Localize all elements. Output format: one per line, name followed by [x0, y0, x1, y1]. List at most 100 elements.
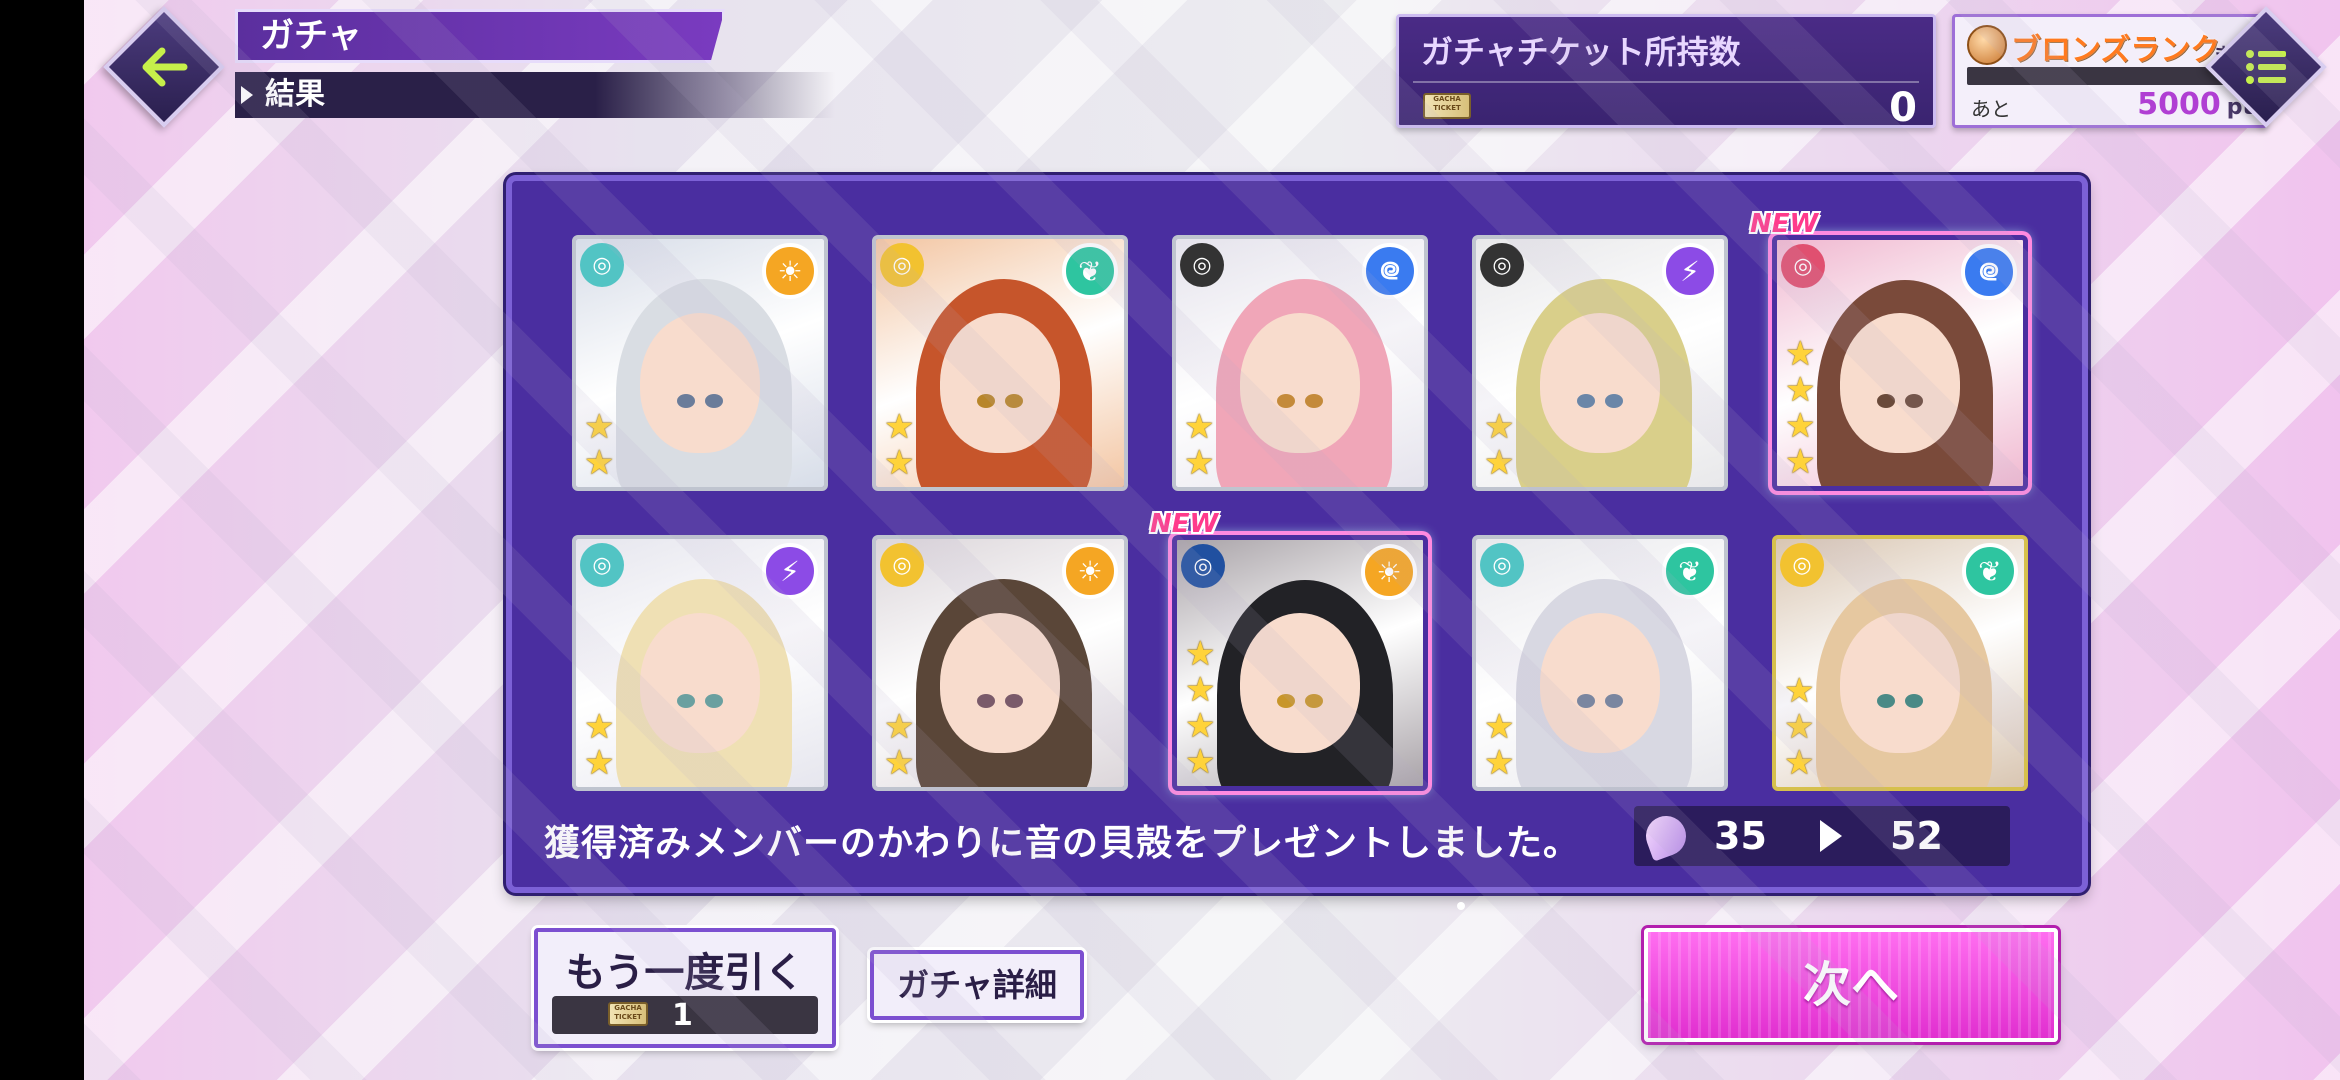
powerful-attribute-icon: ⚡ [762, 543, 818, 599]
shell-count-box: 35 52 [1634, 806, 2010, 866]
character-face [940, 312, 1060, 453]
character-eye [1905, 393, 1924, 408]
screen-letterbox [0, 0, 84, 1080]
powerful-attribute-icon: ⚡ [1662, 243, 1718, 299]
next-button[interactable]: 次へ [1644, 928, 2058, 1042]
page-indicator-dot [1457, 902, 1465, 910]
band-icon: ◎ [580, 243, 624, 287]
star-icon: ★ [584, 743, 615, 783]
draw-again-button[interactable]: もう一度引く GACHA TICKET 1 [534, 928, 836, 1048]
bronze-medal-icon [1967, 25, 2007, 65]
band-icon: ◎ [1480, 543, 1524, 587]
character-eye [1605, 394, 1624, 409]
character-eye [976, 694, 995, 709]
happy-attribute-icon: ☀ [1361, 544, 1417, 600]
rarity-stars: ★ ★ [1184, 409, 1214, 481]
band-icon: ◎ [880, 243, 924, 287]
draw-again-label: もう一度引く [565, 950, 805, 996]
member-card[interactable]: ◎ ᪤ ★ ★ [1172, 235, 1428, 491]
rarity-stars: ★ ★ [584, 409, 614, 481]
character-face [1540, 612, 1660, 753]
shell-reward-row: 獲得済みメンバーのかわりに音の貝殻をプレゼントしました。 35 52 [544, 806, 2044, 866]
pure-attribute-icon: ❦ [1062, 243, 1118, 299]
rarity-stars: ★ ★ ★ [1784, 673, 1814, 781]
rarity-stars: ★ ★ ★ ★ [1785, 336, 1815, 480]
member-card[interactable]: ◎ ❦ ★ ★ [872, 235, 1128, 491]
back-arrow-icon [142, 47, 188, 87]
star-icon: ★ [884, 743, 915, 783]
character-face [640, 312, 760, 453]
rarity-stars: ★ ★ [584, 709, 614, 781]
star-icon: ★ [1184, 443, 1215, 483]
band-icon: ◎ [1780, 543, 1824, 587]
sound-shell-icon [1640, 810, 1692, 862]
character-face [640, 612, 760, 753]
gacha-result-screen: ガチャ 結果 ガチャチケット所持数 GACHA TICKET 0 ブロンズランク… [84, 0, 2340, 1080]
member-card[interactable]: ◎ ❦ ★ ★ [1472, 535, 1728, 791]
play-arrow-icon [1820, 820, 1842, 852]
character-eye [1005, 394, 1024, 409]
member-card[interactable]: ◎ ⚡ ★ ★ [572, 535, 828, 791]
shell-count-before: 35 [1714, 814, 1767, 858]
member-card[interactable]: ◎ ❦ ★ ★ ★ [1772, 535, 2028, 791]
character-face [1240, 612, 1360, 753]
band-icon: ◎ [1781, 244, 1825, 288]
star-icon: ★ [884, 707, 915, 747]
back-button[interactable] [103, 6, 225, 128]
character-eye [1876, 393, 1895, 408]
star-icon: ★ [1484, 407, 1515, 447]
band-icon: ◎ [1480, 243, 1524, 287]
reward-message: 獲得済みメンバーのかわりに音の貝殻をプレゼントしました。 [544, 823, 1581, 864]
character-eye [1305, 394, 1324, 409]
character-eye [1005, 694, 1024, 709]
star-icon: ★ [1185, 634, 1216, 674]
star-icon: ★ [1785, 334, 1816, 374]
character-eye [1276, 394, 1295, 409]
member-card[interactable]: ◎ ᪤ ★ ★ ★ ★ [1772, 235, 2028, 491]
gacha-detail-button[interactable]: ガチャ詳細 [870, 950, 1084, 1020]
member-card[interactable]: ◎ ⚡ ★ ★ [1472, 235, 1728, 491]
happy-attribute-icon: ☀ [762, 243, 818, 299]
member-card[interactable]: ◎ ☀ ★ ★ [572, 235, 828, 491]
character-face [1240, 312, 1360, 453]
results-panel: ◎ ☀ ★ ★ ◎ ❦ ★ ★ ◎ ᪤ ★ ★ ◎ ⚡ ★ ★ ◎ ᪤ ★ ★ ★ ★ NEW ◎ ⚡ ★ ★ ◎ ☀ ★ ★ ◎ ☀ ★ ★ ★ ★ N… [506, 175, 2088, 893]
star-icon: ★ [1484, 707, 1515, 747]
character-eye [705, 394, 724, 409]
star-icon: ★ [584, 407, 615, 447]
band-icon: ◎ [1181, 544, 1225, 588]
character-eye [1576, 394, 1595, 409]
star-icon: ★ [1784, 743, 1815, 783]
new-badge: NEW [1750, 209, 1819, 239]
rarity-stars: ★ ★ [884, 409, 914, 481]
gacha-ticket-icon: GACHA TICKET [1423, 93, 1471, 119]
star-icon: ★ [1785, 406, 1816, 446]
cool-attribute-icon: ᪤ [1362, 243, 1418, 299]
character-eye [676, 394, 695, 409]
star-icon: ★ [1484, 743, 1515, 783]
page-subtitle: 結果 [235, 72, 835, 118]
star-icon: ★ [884, 407, 915, 447]
star-icon: ★ [1185, 670, 1216, 710]
star-icon: ★ [1185, 742, 1216, 782]
character-eye [1905, 694, 1924, 709]
character-face [1840, 312, 1960, 453]
star-icon: ★ [1784, 671, 1815, 711]
rarity-stars: ★ ★ [884, 709, 914, 781]
band-icon: ◎ [880, 543, 924, 587]
character-eye [705, 694, 724, 709]
band-icon: ◎ [1180, 243, 1224, 287]
page-title: ガチャ [235, 9, 725, 63]
ticket-count-label: ガチャチケット所持数 [1421, 33, 1741, 71]
rarity-stars: ★ ★ [1484, 709, 1514, 781]
star-icon: ★ [1484, 443, 1515, 483]
ticket-count-value: 0 [1889, 85, 1917, 131]
character-eye [1276, 693, 1295, 708]
member-card[interactable]: ◎ ☀ ★ ★ [872, 535, 1128, 791]
menu-list-icon [2246, 50, 2286, 84]
rarity-stars: ★ ★ ★ ★ [1185, 636, 1215, 780]
star-icon: ★ [884, 443, 915, 483]
rank-name: ブロンズランク [2011, 33, 2221, 68]
member-card[interactable]: ◎ ☀ ★ ★ ★ ★ [1172, 535, 1428, 791]
character-eye [1576, 694, 1595, 709]
pure-attribute-icon: ❦ [1662, 543, 1718, 599]
